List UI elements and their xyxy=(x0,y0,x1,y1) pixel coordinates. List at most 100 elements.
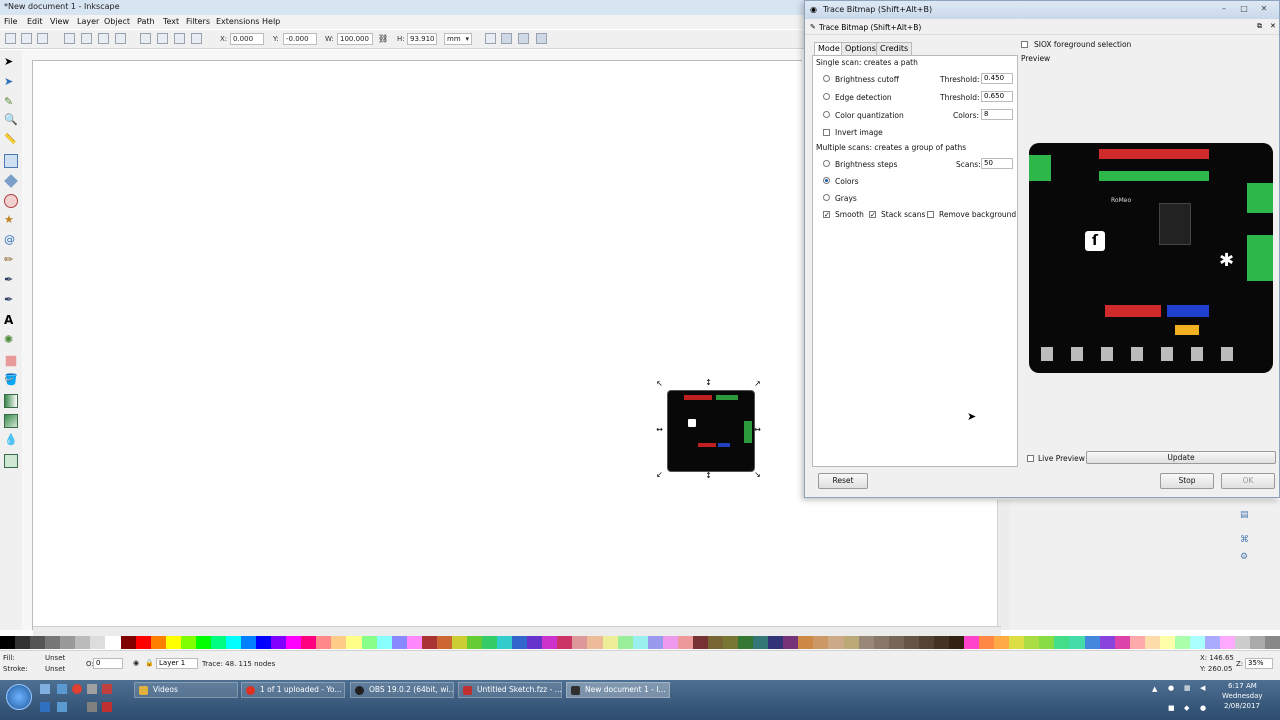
palette-swatch[interactable] xyxy=(979,636,995,649)
hide-layer-icon[interactable]: ◉ xyxy=(133,659,139,667)
palette-swatch[interactable] xyxy=(482,636,498,649)
zoom-input[interactable]: 35% xyxy=(1245,658,1273,669)
scale-stroke-icon[interactable] xyxy=(485,33,496,44)
zoom-tool-icon[interactable]: 🔍 xyxy=(4,114,18,128)
reset-button[interactable]: Reset xyxy=(818,473,868,489)
paint-bucket-tool-icon[interactable]: 🪣 xyxy=(4,374,18,388)
selector-tool-icon[interactable]: ➤ xyxy=(4,56,18,70)
transform-gradients-icon[interactable] xyxy=(518,33,529,44)
app-icon-6[interactable] xyxy=(40,702,50,712)
dock-dialog-icon[interactable]: ⧉ xyxy=(1257,22,1262,31)
menu-object[interactable]: Object xyxy=(104,17,130,26)
palette-swatch[interactable] xyxy=(753,636,769,649)
menu-path[interactable]: Path xyxy=(137,17,155,26)
palette-swatch[interactable] xyxy=(964,636,980,649)
palette-swatch[interactable] xyxy=(798,636,814,649)
clock-day[interactable]: Wednesday xyxy=(1222,692,1263,700)
palette-swatch[interactable] xyxy=(813,636,829,649)
dialog-minimize-icon[interactable]: – xyxy=(1219,5,1229,13)
taskbar-item-inkscape[interactable]: New document 1 - I... xyxy=(566,682,670,698)
scans-input[interactable]: 50 xyxy=(981,158,1013,169)
scale-handle-bottom[interactable]: ↕ xyxy=(705,472,712,480)
tab-mode[interactable]: Mode xyxy=(814,42,844,55)
w-input[interactable]: 100.000 xyxy=(337,33,373,45)
menu-filters[interactable]: Filters xyxy=(186,17,210,26)
color-quantization-radio[interactable] xyxy=(823,111,830,118)
pencil-tool-icon[interactable]: ✏ xyxy=(4,254,18,268)
calligraphy-tool-icon[interactable]: ✒ xyxy=(4,294,18,308)
scale-handle-right[interactable]: ↔ xyxy=(754,426,761,434)
tray-expand-icon[interactable]: ▲ xyxy=(1152,685,1157,693)
palette-swatch[interactable] xyxy=(873,636,889,649)
scale-handle-top-right[interactable]: ↗ xyxy=(754,380,761,388)
brightness-cutoff-radio[interactable] xyxy=(823,75,830,82)
tab-options[interactable]: Options xyxy=(841,42,880,55)
palette-swatch[interactable] xyxy=(165,636,181,649)
app-icon-7[interactable] xyxy=(57,702,67,712)
palette-swatch[interactable] xyxy=(301,636,317,649)
palette-swatch[interactable] xyxy=(466,636,482,649)
app-icon-4[interactable] xyxy=(87,684,97,694)
palette-swatch[interactable] xyxy=(406,636,422,649)
menu-edit[interactable]: Edit xyxy=(27,17,43,26)
palette-swatch[interactable] xyxy=(0,636,16,649)
scale-handle-top-left[interactable]: ↖ xyxy=(656,380,663,388)
palette-swatch[interactable] xyxy=(195,636,211,649)
stack-scans-checkbox[interactable]: ✓ xyxy=(869,211,876,219)
colors-radio[interactable] xyxy=(823,177,830,184)
palette-swatch[interactable] xyxy=(135,636,151,649)
align-icon[interactable]: ▤ xyxy=(1240,510,1252,522)
palette-swatch[interactable] xyxy=(527,636,543,649)
palette-swatch[interactable] xyxy=(241,636,257,649)
y-input[interactable]: -0.000 xyxy=(283,33,317,45)
flip-vertical-icon[interactable] xyxy=(115,33,126,44)
palette-swatch[interactable] xyxy=(662,636,678,649)
scale-handle-left[interactable]: ↔ xyxy=(656,426,663,434)
palette-swatch[interactable] xyxy=(1114,636,1130,649)
text-tool-icon[interactable]: A xyxy=(4,314,18,328)
menu-view[interactable]: View xyxy=(50,17,69,26)
palette-swatch[interactable] xyxy=(602,636,618,649)
invert-image-checkbox[interactable] xyxy=(823,129,830,136)
palette-swatch[interactable] xyxy=(1039,636,1055,649)
palette-swatch[interactable] xyxy=(723,636,739,649)
update-button[interactable]: Update xyxy=(1086,451,1276,464)
select-all-layers-icon[interactable] xyxy=(21,33,32,44)
clock-time[interactable]: 6:17 AM xyxy=(1228,682,1257,690)
palette-swatch[interactable] xyxy=(1024,636,1040,649)
spray-tool-icon[interactable]: ✺ xyxy=(4,334,18,348)
palette-swatch[interactable] xyxy=(1009,636,1025,649)
palette-swatch[interactable] xyxy=(436,636,452,649)
menu-text[interactable]: Text xyxy=(163,17,179,26)
close-panel-icon[interactable]: ✕ xyxy=(1270,22,1276,30)
palette-swatch[interactable] xyxy=(451,636,467,649)
palette-swatch[interactable] xyxy=(105,636,121,649)
scale-handle-bottom-left[interactable]: ↙ xyxy=(656,471,663,479)
palette-swatch[interactable] xyxy=(210,636,226,649)
selected-bitmap[interactable] xyxy=(667,390,755,472)
xml-editor-icon[interactable]: ⌘ xyxy=(1240,535,1252,547)
app-icon-8[interactable] xyxy=(87,702,97,712)
edge-threshold-input[interactable]: 0.650 xyxy=(981,91,1013,102)
palette-swatch[interactable] xyxy=(1265,636,1280,649)
vertical-scrollbar[interactable] xyxy=(997,500,1010,630)
live-preview-checkbox[interactable] xyxy=(1027,455,1034,462)
rotate-ccw-icon[interactable] xyxy=(64,33,75,44)
palette-swatch[interactable] xyxy=(632,636,648,649)
taskbar-item-obs[interactable]: OBS 19.0.2 (64bit, wi... xyxy=(350,682,454,698)
opera-icon[interactable] xyxy=(72,684,82,694)
3d-box-tool-icon[interactable] xyxy=(4,174,18,188)
horizontal-scrollbar[interactable] xyxy=(33,626,1001,636)
mesh-tool-icon[interactable] xyxy=(4,414,18,428)
palette-swatch[interactable] xyxy=(286,636,302,649)
palette-swatch[interactable] xyxy=(361,636,377,649)
taskbar-item-fritzing[interactable]: Untitled Sketch.fzz - ... xyxy=(458,682,562,698)
siox-checkbox[interactable] xyxy=(1021,41,1028,48)
palette-swatch[interactable] xyxy=(647,636,663,649)
palette-swatch[interactable] xyxy=(587,636,603,649)
spiral-tool-icon[interactable]: @ xyxy=(4,234,18,248)
taskbar-item-videos[interactable]: Videos xyxy=(134,682,238,698)
palette-swatch[interactable] xyxy=(1235,636,1251,649)
palette-swatch[interactable] xyxy=(903,636,919,649)
palette-swatch[interactable] xyxy=(150,636,166,649)
